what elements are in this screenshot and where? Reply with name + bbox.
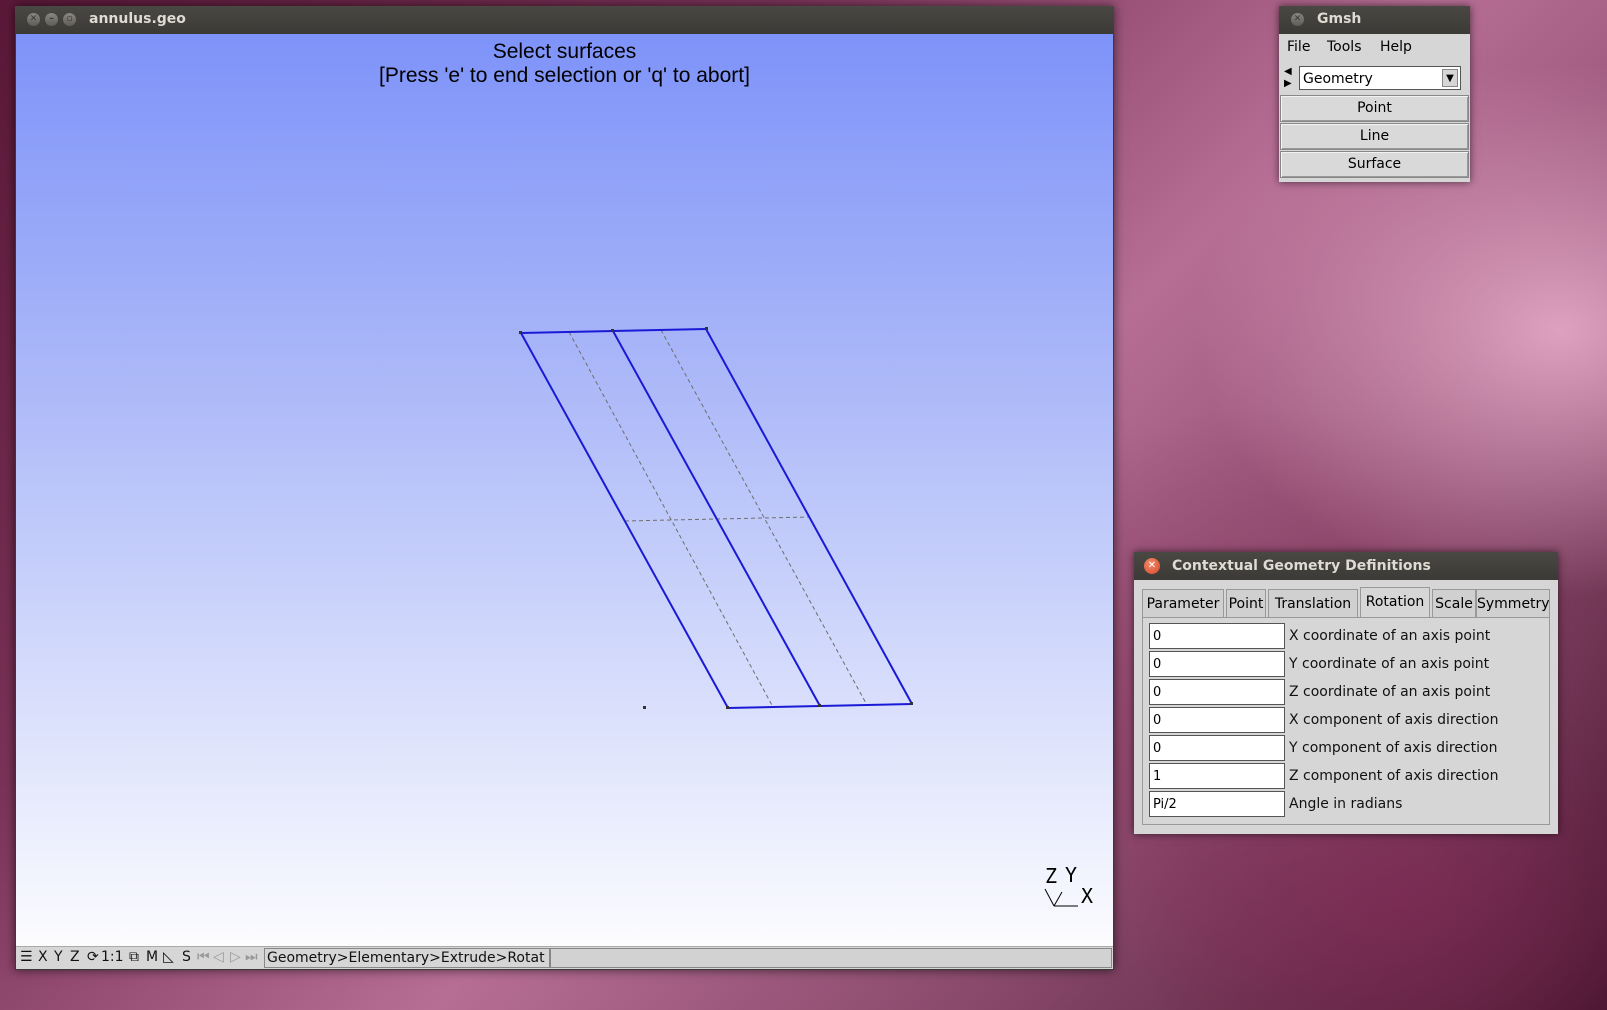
field-row: Angle in radians: [1149, 791, 1549, 817]
axis-point-y-input[interactable]: [1149, 651, 1285, 677]
mesh-button[interactable]: M: [146, 949, 158, 965]
edge-line[interactable]: [612, 330, 821, 707]
field-label: Z coordinate of an axis point: [1289, 684, 1491, 700]
rotate-icon[interactable]: ⟳: [87, 949, 99, 965]
angle-input[interactable]: [1149, 791, 1285, 817]
maximize-icon[interactable]: ▫: [63, 13, 76, 26]
axes-triad: [1044, 888, 1078, 907]
field-row: Z coordinate of an axis point: [1149, 679, 1549, 705]
tab-translation[interactable]: Translation: [1268, 589, 1358, 617]
field-label: Y component of axis direction: [1289, 740, 1498, 756]
menu-help[interactable]: Help: [1380, 39, 1412, 55]
axis-direction-z-input[interactable]: [1149, 763, 1285, 789]
gmsh-window-title: Gmsh: [1317, 11, 1362, 27]
contextual-geometry-dialog: ✕ Contextual Geometry Definitions Parame…: [1134, 552, 1558, 834]
tab-symmetry[interactable]: Symmetry: [1476, 589, 1550, 617]
geometry-point[interactable]: [519, 331, 522, 334]
axis-line: [1044, 888, 1055, 907]
field-label: X component of axis direction: [1289, 712, 1499, 728]
dashed-line: [568, 331, 774, 708]
view-z-button[interactable]: Z: [70, 949, 80, 965]
axis-point-x-input[interactable]: [1149, 623, 1285, 649]
window-title: annulus.geo: [89, 11, 186, 27]
back-arrow-icon[interactable]: ◀: [1284, 66, 1296, 78]
field-label: Z component of axis direction: [1289, 768, 1499, 784]
axis-direction-x-input[interactable]: [1149, 707, 1285, 733]
surface-button[interactable]: Surface: [1280, 151, 1469, 178]
close-icon[interactable]: ✕: [1291, 13, 1304, 26]
field-label: Y coordinate of an axis point: [1289, 656, 1490, 672]
main-window: ✕ – ▫ annulus.geo Select surfaces [Press…: [15, 6, 1114, 970]
tab-point[interactable]: Point: [1226, 589, 1266, 617]
geometry-point[interactable]: [726, 706, 729, 709]
axis-line: [1053, 891, 1063, 907]
line-button[interactable]: Line: [1280, 123, 1469, 150]
tab-scale[interactable]: Scale: [1432, 589, 1476, 617]
menu-bar: File Tools Help: [1279, 34, 1470, 60]
chevron-down-icon[interactable]: ▼: [1442, 69, 1458, 87]
close-icon[interactable]: ✕: [1144, 558, 1160, 574]
scale-button[interactable]: 1:1: [101, 949, 124, 965]
field-label: X coordinate of an axis point: [1289, 628, 1491, 644]
status-bar: ☰ X Y Z ⟳ 1:1 ⧉ M ◺ S ⏮ ◁ ▷ ⏭ Geometry>E…: [16, 946, 1113, 969]
tab-parameter[interactable]: Parameter: [1142, 589, 1224, 617]
tab-rotation[interactable]: Rotation: [1360, 587, 1430, 618]
tab-bar: Parameter Point Translation Rotation Sca…: [1142, 587, 1550, 618]
geometry-point[interactable]: [705, 327, 708, 330]
graphics-viewport[interactable]: Select surfaces [Press 'e' to end select…: [16, 34, 1113, 946]
edge-line[interactable]: [705, 328, 913, 705]
module-select-value: Geometry: [1303, 71, 1373, 87]
menu-file[interactable]: File: [1287, 39, 1310, 55]
field-row: X component of axis direction: [1149, 707, 1549, 733]
field-row: Z component of axis direction: [1149, 763, 1549, 789]
axis-label-y: Y: [1065, 863, 1078, 887]
status-message: Geometry>Elementary>Extrude>Rotat: [264, 948, 550, 968]
gmsh-menu-window: ✕ Gmsh File Tools Help ◀ ▶ Geometry ▼ Po…: [1279, 6, 1470, 182]
geometry-point[interactable]: [910, 702, 913, 705]
gmsh-titlebar[interactable]: ✕ Gmsh: [1279, 6, 1470, 34]
field-label: Angle in radians: [1289, 796, 1403, 812]
view-x-button[interactable]: X: [38, 949, 48, 965]
dashed-line: [660, 329, 868, 706]
menu-icon[interactable]: ☰: [20, 949, 33, 965]
forward-arrow-icon[interactable]: ▶: [1284, 78, 1296, 90]
geometry-canvas[interactable]: [16, 34, 1113, 946]
origin-point[interactable]: [643, 706, 646, 709]
module-select[interactable]: Geometry ▼: [1299, 66, 1461, 90]
ctx-titlebar[interactable]: ✕ Contextual Geometry Definitions: [1134, 552, 1558, 580]
axis-label-x: X: [1081, 884, 1094, 908]
view-y-button[interactable]: Y: [54, 949, 63, 965]
rotation-panel: X coordinate of an axis point Y coordina…: [1142, 617, 1550, 825]
nav-arrows: ◀ ▶: [1284, 66, 1296, 92]
field-row: Y component of axis direction: [1149, 735, 1549, 761]
geometry-point[interactable]: [611, 329, 614, 332]
axis-direction-y-input[interactable]: [1149, 735, 1285, 761]
axis-point-z-input[interactable]: [1149, 679, 1285, 705]
axis-label-z: Z: [1045, 864, 1058, 888]
first-step-icon[interactable]: ⏮: [197, 949, 210, 965]
dashed-lines: [568, 329, 868, 708]
minimize-icon[interactable]: –: [45, 13, 58, 26]
main-titlebar[interactable]: ✕ – ▫ annulus.geo: [15, 6, 1114, 34]
select-s-button[interactable]: S: [182, 949, 191, 965]
edge-line[interactable]: [520, 332, 729, 709]
point-button[interactable]: Point: [1280, 95, 1469, 122]
field-row: Y coordinate of an axis point: [1149, 651, 1549, 677]
surface-edges[interactable]: [520, 328, 913, 709]
last-step-icon[interactable]: ⏭: [245, 949, 258, 965]
play-icon[interactable]: ▷: [230, 949, 241, 965]
prev-step-icon[interactable]: ◁: [213, 949, 224, 965]
geometry-point[interactable]: [818, 704, 821, 707]
menu-tools[interactable]: Tools: [1327, 39, 1362, 55]
close-icon[interactable]: ✕: [27, 13, 40, 26]
field-row: X coordinate of an axis point: [1149, 623, 1549, 649]
ruler-icon[interactable]: ◺: [163, 949, 174, 965]
ctx-dialog-title: Contextual Geometry Definitions: [1172, 558, 1431, 574]
cube-icon[interactable]: ⧉: [129, 949, 139, 965]
status-progress-area: [550, 948, 1112, 968]
